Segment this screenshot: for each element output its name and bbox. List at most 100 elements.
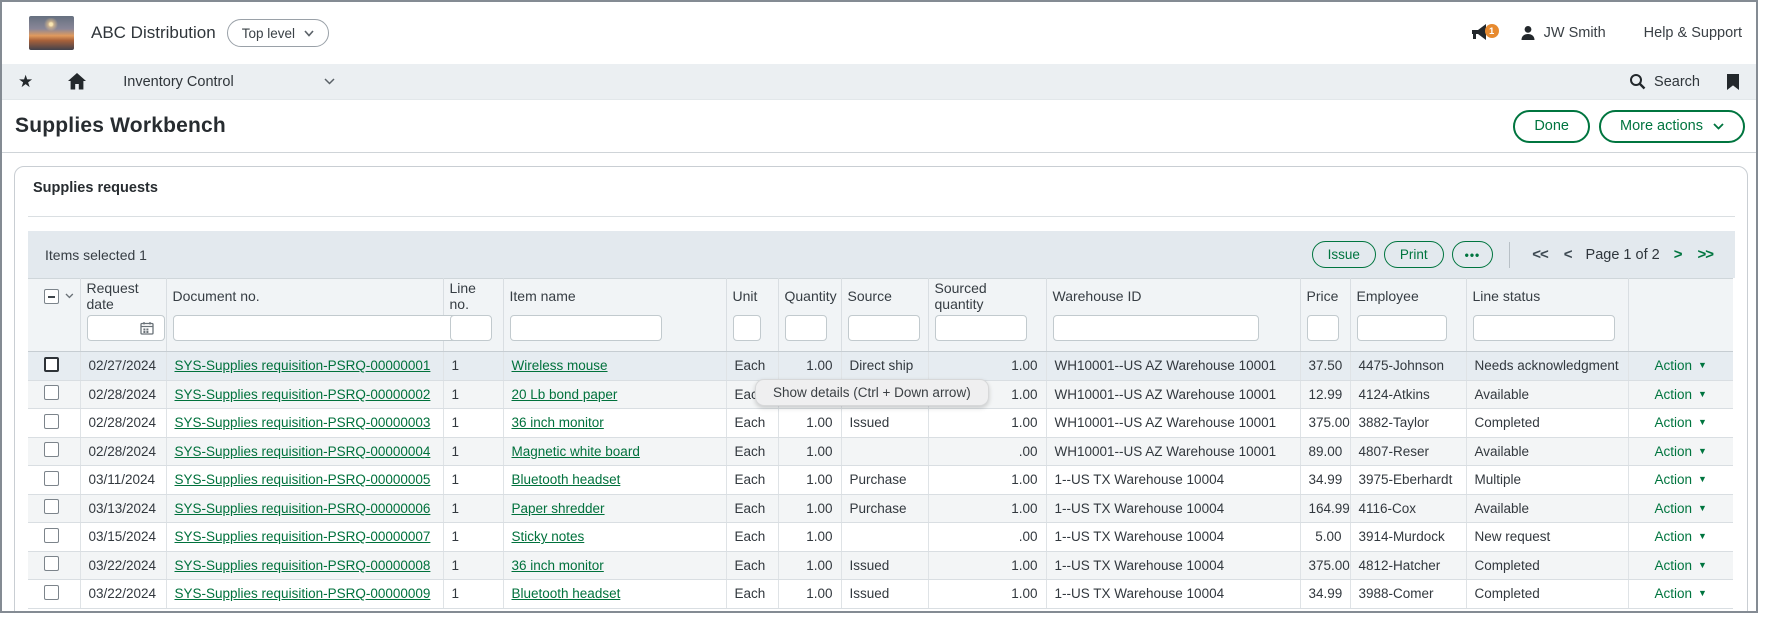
issue-button[interactable]: Issue [1312, 241, 1376, 268]
item-name-filter-input[interactable] [510, 315, 662, 341]
row-checkbox[interactable] [44, 442, 59, 457]
row-checkbox[interactable] [44, 471, 59, 486]
cell-line-no: 1 [443, 551, 503, 580]
action-menu-button[interactable]: Action ▼ [1637, 558, 1726, 573]
select-all-checkbox[interactable] [44, 289, 59, 304]
action-menu-button[interactable]: Action ▼ [1637, 501, 1726, 516]
line-no-filter-input[interactable] [450, 315, 492, 341]
cell-quantity: 1.00 [778, 437, 841, 466]
sourced-quantity-filter-input[interactable] [935, 315, 1027, 341]
bookmark-icon[interactable] [1726, 73, 1740, 91]
table-row[interactable]: 03/13/2024 SYS-Supplies requisition-PSRQ… [28, 494, 1733, 523]
unit-filter-input[interactable] [733, 315, 761, 341]
calendar-icon[interactable] [140, 321, 154, 335]
item-link[interactable]: 36 inch monitor [512, 558, 604, 573]
column-header-price[interactable]: Price [1300, 279, 1350, 314]
row-checkbox[interactable] [44, 385, 59, 400]
favorite-star-icon[interactable]: ★ [18, 73, 33, 90]
document-link[interactable]: SYS-Supplies requisition-PSRQ-00000005 [175, 472, 431, 487]
row-checkbox[interactable] [44, 499, 59, 514]
column-header-sourced-quantity[interactable]: Sourced quantity [928, 279, 1046, 314]
column-header-document-no[interactable]: Document no. [166, 279, 443, 314]
document-link[interactable]: SYS-Supplies requisition-PSRQ-00000003 [175, 415, 431, 430]
table-row[interactable]: 03/15/2024 SYS-Supplies requisition-PSRQ… [28, 523, 1733, 552]
table-row[interactable]: 02/28/2024 SYS-Supplies requisition-PSRQ… [28, 437, 1733, 466]
table-row[interactable]: 02/28/2024 SYS-Supplies requisition-PSRQ… [28, 409, 1733, 438]
caret-down-icon: ▼ [1698, 561, 1707, 570]
column-header-employee[interactable]: Employee [1350, 279, 1466, 314]
row-checkbox[interactable] [44, 585, 59, 600]
item-link[interactable]: Bluetooth headset [512, 586, 621, 601]
action-menu-button[interactable]: Action ▼ [1637, 387, 1726, 402]
document-link[interactable]: SYS-Supplies requisition-PSRQ-00000009 [175, 586, 431, 601]
action-menu-button[interactable]: Action ▼ [1637, 415, 1726, 430]
document-link[interactable]: SYS-Supplies requisition-PSRQ-00000002 [175, 387, 431, 402]
action-menu-button[interactable]: Action ▼ [1637, 529, 1726, 544]
row-checkbox[interactable] [44, 357, 59, 372]
first-page-button[interactable]: << [1524, 246, 1556, 263]
item-link[interactable]: 20 Lb bond paper [512, 387, 618, 402]
next-page-button[interactable]: > [1666, 246, 1690, 263]
document-link[interactable]: SYS-Supplies requisition-PSRQ-00000001 [175, 358, 431, 373]
last-page-button[interactable]: >> [1689, 246, 1721, 263]
column-header-line-status[interactable]: Line status [1466, 279, 1628, 314]
table-row[interactable]: 03/22/2024 SYS-Supplies requisition-PSRQ… [28, 580, 1733, 609]
more-options-button[interactable]: ••• [1452, 241, 1494, 268]
cell-quantity: 1.00 [778, 409, 841, 438]
home-icon[interactable] [67, 72, 87, 91]
item-link[interactable]: Magnetic white board [512, 444, 640, 459]
announcements-button[interactable]: 1 [1469, 21, 1495, 45]
price-filter-input[interactable] [1307, 315, 1339, 341]
user-menu[interactable]: JW Smith [1519, 24, 1606, 42]
column-header-line-no[interactable]: Line no. [443, 279, 503, 314]
select-all-header [28, 279, 80, 314]
item-link[interactable]: Wireless mouse [512, 358, 608, 373]
item-link[interactable]: Paper shredder [512, 501, 605, 516]
warehouse-id-filter-input[interactable] [1053, 315, 1259, 341]
action-menu-button[interactable]: Action ▼ [1637, 358, 1726, 373]
item-link[interactable]: Bluetooth headset [512, 472, 621, 487]
done-button[interactable]: Done [1513, 110, 1590, 143]
action-menu-button[interactable]: Action ▼ [1637, 444, 1726, 459]
row-checkbox[interactable] [44, 414, 59, 429]
column-header-unit[interactable]: Unit [726, 279, 778, 314]
cell-line-status: Completed [1466, 580, 1628, 609]
prev-page-button[interactable]: < [1556, 246, 1580, 263]
action-menu-button[interactable]: Action ▼ [1637, 586, 1726, 601]
nav-right: Search [1629, 73, 1756, 91]
source-filter-input[interactable] [848, 315, 920, 341]
module-selector[interactable]: Inventory Control [123, 74, 334, 90]
help-support-link[interactable]: Help & Support [1644, 25, 1742, 41]
column-header-source[interactable]: Source [841, 279, 928, 314]
cell-quantity: 1.00 [778, 352, 841, 381]
column-header-item-name[interactable]: Item name [503, 279, 726, 314]
quantity-filter-input[interactable] [785, 315, 827, 341]
print-button[interactable]: Print [1384, 241, 1444, 268]
action-menu-button[interactable]: Action ▼ [1637, 472, 1726, 487]
item-link[interactable]: Sticky notes [512, 529, 585, 544]
column-header-warehouse-id[interactable]: Warehouse ID [1046, 279, 1300, 314]
selection-menu-chevron-icon[interactable] [65, 293, 74, 299]
column-header-quantity[interactable]: Quantity [778, 279, 841, 314]
top-level-selector[interactable]: Top level [227, 19, 329, 47]
cell-item-name: 20 Lb bond paper [503, 380, 726, 409]
table-row[interactable]: 02/27/2024 SYS-Supplies requisition-PSRQ… [28, 352, 1733, 381]
panel-title: Supplies requests [33, 180, 158, 196]
row-checkbox[interactable] [44, 556, 59, 571]
employee-filter-input[interactable] [1357, 315, 1447, 341]
search-button[interactable]: Search [1629, 73, 1700, 90]
column-header-request-date[interactable]: Request date [80, 279, 166, 314]
document-link[interactable]: SYS-Supplies requisition-PSRQ-00000007 [175, 529, 431, 544]
more-actions-button[interactable]: More actions [1599, 110, 1745, 143]
row-checkbox[interactable] [44, 528, 59, 543]
cell-item-name: Bluetooth headset [503, 466, 726, 495]
table-row[interactable]: 03/22/2024 SYS-Supplies requisition-PSRQ… [28, 551, 1733, 580]
document-no-filter-input[interactable] [173, 315, 481, 341]
item-link[interactable]: 36 inch monitor [512, 415, 604, 430]
document-link[interactable]: SYS-Supplies requisition-PSRQ-00000006 [175, 501, 431, 516]
table-row[interactable]: 03/11/2024 SYS-Supplies requisition-PSRQ… [28, 466, 1733, 495]
document-link[interactable]: SYS-Supplies requisition-PSRQ-00000008 [175, 558, 431, 573]
line-status-filter-input[interactable] [1473, 315, 1615, 341]
document-link[interactable]: SYS-Supplies requisition-PSRQ-00000004 [175, 444, 431, 459]
more-actions-label: More actions [1620, 118, 1703, 134]
